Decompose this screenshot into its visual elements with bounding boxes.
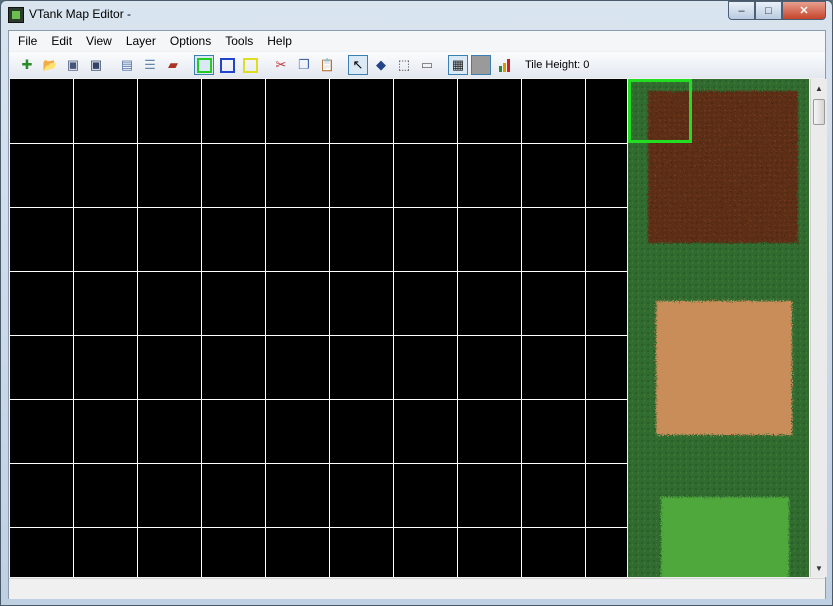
menu-layer[interactable]: Layer — [119, 31, 163, 51]
menu-file[interactable]: File — [11, 31, 44, 51]
list-button[interactable]: ☰ — [140, 55, 160, 75]
app-window: VTank Map Editor - – □ ✕ File Edit View … — [0, 0, 833, 606]
paste-button[interactable]: 📋 — [317, 55, 337, 75]
tank-button[interactable]: ▰ — [163, 55, 183, 75]
title-bar[interactable]: VTank Map Editor - – □ ✕ — [1, 1, 832, 29]
menu-tools[interactable]: Tools — [218, 31, 260, 51]
save-as-icon: ▣ — [66, 57, 80, 72]
maximize-button[interactable]: □ — [755, 1, 782, 20]
copy-button[interactable]: ❐ — [294, 55, 314, 75]
new-map-button[interactable]: ✚ — [17, 55, 37, 75]
open-folder-icon: 📂 — [42, 58, 58, 72]
menu-options[interactable]: Options — [163, 31, 218, 51]
copy-icon: ❐ — [298, 57, 310, 72]
properties-button[interactable]: ▤ — [117, 55, 137, 75]
select-tool-button[interactable]: ↖ — [348, 55, 368, 75]
open-map-button[interactable]: 📂 — [40, 55, 60, 75]
app-icon — [8, 7, 24, 23]
properties-icon: ▤ — [120, 57, 134, 72]
paint-bucket-icon: ◆ — [376, 57, 386, 72]
list-icon: ☰ — [144, 57, 156, 72]
map-canvas[interactable] — [10, 79, 627, 577]
save-as-button[interactable]: ▣ — [63, 55, 83, 75]
tile-palette-image — [628, 79, 809, 577]
dirt-tile[interactable] — [648, 91, 798, 243]
bar-chart-icon — [498, 58, 510, 72]
menu-bar: File Edit View Layer Options Tools Help — [9, 31, 825, 51]
scroll-thumb[interactable] — [813, 99, 825, 125]
scroll-down-icon[interactable]: ▼ — [812, 560, 826, 576]
rectangle-tool-button[interactable]: ▭ — [417, 55, 437, 75]
layer-blue-button[interactable] — [217, 55, 237, 75]
green-layer-icon — [196, 57, 212, 73]
cut-icon: ✂ — [275, 57, 287, 72]
blue-layer-icon — [219, 57, 235, 73]
menu-help[interactable]: Help — [260, 31, 299, 51]
sand-tile[interactable] — [656, 301, 792, 435]
menu-view[interactable]: View — [79, 31, 119, 51]
save-button[interactable]: ▣ — [86, 55, 106, 75]
pointer-icon: ↖ — [352, 57, 364, 72]
fill-tool-button[interactable]: ◆ — [371, 55, 391, 75]
layer-yellow-button[interactable] — [240, 55, 260, 75]
status-bar — [9, 578, 825, 599]
grass-tile[interactable] — [661, 497, 789, 577]
save-icon: ▣ — [89, 57, 103, 72]
window-title: VTank Map Editor - — [29, 7, 132, 21]
close-button[interactable]: ✕ — [782, 1, 826, 20]
tile-palette[interactable] — [628, 79, 809, 577]
new-file-icon: ✚ — [21, 57, 33, 72]
marquee-tool-button[interactable]: ⬚ — [394, 55, 414, 75]
scroll-up-icon[interactable]: ▲ — [812, 80, 826, 96]
minimize-button[interactable]: – — [728, 1, 755, 20]
menu-edit[interactable]: Edit — [44, 31, 79, 51]
map-grid — [10, 79, 627, 577]
paste-icon: 📋 — [319, 58, 335, 72]
cut-button[interactable]: ✂ — [271, 55, 291, 75]
layer-toggle-button[interactable] — [471, 55, 491, 75]
rectangle-icon: ▭ — [420, 57, 434, 72]
tank-icon: ▰ — [168, 57, 178, 72]
heights-button[interactable] — [494, 55, 514, 75]
palette-scrollbar[interactable]: ▲ ▼ — [810, 79, 827, 577]
toolbar: ✚ 📂 ▣ ▣ ▤ ☰ ▰ ✂ ❐ 📋 ↖ ◆ ⬚ ▭ ▦ Tile Heigh… — [9, 52, 825, 78]
marquee-icon: ⬚ — [397, 57, 411, 72]
client-area: File Edit View Layer Options Tools Help … — [8, 30, 827, 599]
grid-icon: ▦ — [451, 57, 465, 72]
tile-height-label: Tile Height: 0 — [525, 59, 590, 71]
grid-toggle-button[interactable]: ▦ — [448, 55, 468, 75]
layer-green-button[interactable] — [194, 55, 214, 75]
yellow-layer-icon — [242, 57, 258, 73]
